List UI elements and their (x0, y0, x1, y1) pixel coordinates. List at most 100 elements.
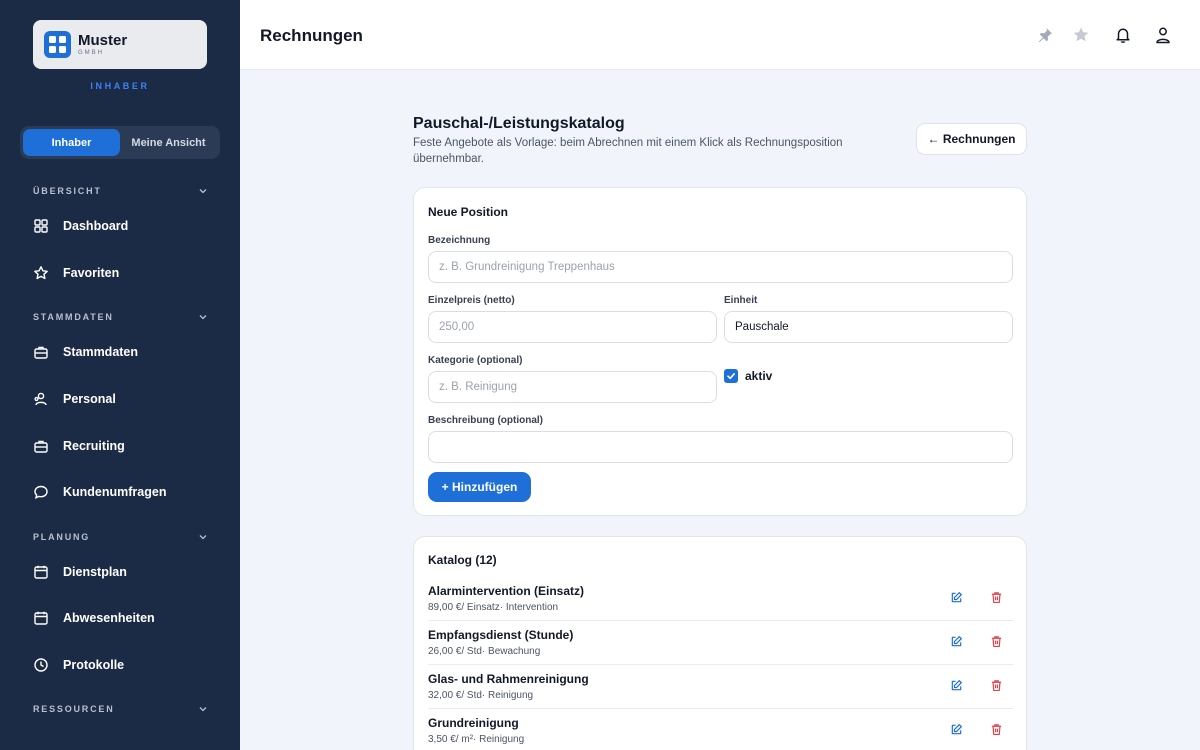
sidebar-item-personal[interactable]: Personal (33, 391, 116, 407)
catalog-item-meta: 3,50 €/ m²· Reinigung (428, 734, 525, 745)
form-title: Neue Position (428, 205, 509, 219)
sidebar-item-dashboard[interactable]: Dashboard (33, 218, 128, 234)
einheit-label: Einheit (724, 295, 758, 306)
einzelpreis-input[interactable]: 250,00 (428, 311, 717, 343)
sidebar-item-label: Recruiting (63, 439, 125, 453)
edit-button[interactable] (950, 591, 964, 605)
section-title: PLANUNG (33, 532, 91, 542)
star-icon (1073, 27, 1089, 42)
trash-icon (991, 680, 1002, 692)
catalog-item-meta: 89,00 €/ Einsatz· Intervention (428, 602, 559, 613)
pin-icon (1038, 28, 1052, 43)
catalog-row: Grundreinigung 3,50 €/ m²· Reinigung (428, 709, 1013, 750)
catalog-row: Empfangsdienst (Stunde) 26,00 €/ Std· Be… (428, 621, 1013, 665)
sidebar-item-recruiting[interactable]: Recruiting (33, 438, 125, 454)
catalog-item-name: Grundreinigung (428, 716, 519, 730)
chevron-down-icon (199, 315, 207, 320)
brand-name: Muster (78, 32, 128, 49)
chevron-down-icon (199, 189, 207, 194)
sidebar-item-protokolle[interactable]: Protokolle (33, 657, 124, 673)
delete-button[interactable] (990, 591, 1004, 605)
page-description: Feste Angebote als Vorlage: beim Abrechn… (413, 137, 843, 165)
star-icon (34, 266, 48, 280)
bezeichnung-input[interactable]: z. B. Grundreinigung Treppenhaus (428, 251, 1013, 283)
toggle-inhaber[interactable]: Inhaber (23, 129, 120, 156)
chat-icon (34, 485, 48, 500)
back-to-rechnungen-button[interactable]: ← Rechnungen (916, 123, 1027, 155)
sidebar-item-label: Stammdaten (63, 345, 139, 359)
edit-icon (951, 680, 962, 691)
catalog-row: Glas- und Rahmenreinigung 32,00 €/ Std· … (428, 665, 1013, 709)
bell-icon (1116, 28, 1130, 43)
catalog-item-name: Alarmintervention (Einsatz) (428, 584, 585, 598)
catalog-item-name: Glas- und Rahmenreinigung (428, 672, 589, 686)
calendar-icon (34, 565, 48, 579)
aktiv-checkbox-row[interactable]: aktiv (724, 369, 772, 383)
catalog-item-meta: 26,00 €/ Std· Bewachung (428, 646, 541, 657)
logo-grid-icon (44, 31, 71, 58)
grid-icon (34, 219, 48, 233)
sidebar-item-dienstplan[interactable]: Dienstplan (33, 564, 127, 580)
add-position-button[interactable]: + Hinzufügen (428, 472, 531, 502)
catalog-card: Katalog (12) Alarmintervention (Einsatz)… (413, 536, 1027, 750)
briefcase-icon (34, 346, 48, 359)
clock-icon (34, 658, 48, 672)
aktiv-label: aktiv (745, 369, 773, 383)
einheit-input[interactable]: Pauschale (724, 311, 1013, 343)
edit-icon (951, 592, 962, 603)
sidebar-item-favoriten[interactable]: Favoriten (33, 265, 119, 281)
edit-button[interactable] (950, 679, 964, 693)
view-toggle: Inhaber Meine Ansicht (20, 126, 220, 159)
sidebar-item-label: Personal (63, 392, 116, 406)
bezeichnung-label: Bezeichnung (428, 235, 491, 246)
briefcase-icon (34, 440, 48, 453)
section-ressourcen[interactable]: RESSOURCEN (33, 704, 208, 714)
section-stammdaten[interactable]: STAMMDATEN (33, 312, 208, 322)
chevron-down-icon (199, 535, 207, 540)
sidebar-item-kundenumfragen[interactable]: Kundenumfragen (33, 484, 166, 500)
trash-icon (991, 636, 1002, 648)
sidebar-item-abwesenheiten[interactable]: Abwesenheiten (33, 610, 155, 626)
section-title: ÜBERSICHT (33, 186, 102, 196)
catalog-row: Alarmintervention (Einsatz) 89,00 €/ Ein… (428, 577, 1013, 621)
edit-icon (951, 724, 962, 735)
delete-button[interactable] (990, 723, 1004, 737)
sidebar-item-stammdaten[interactable]: Stammdaten (33, 344, 138, 360)
checkmark-icon (727, 373, 735, 380)
kategorie-label: Kategorie (optional) (428, 355, 523, 366)
toggle-meine-ansicht[interactable]: Meine Ansicht (120, 129, 217, 156)
role-label: INHABER (90, 81, 150, 91)
aktiv-checkbox[interactable] (724, 369, 738, 383)
catalog-item-meta: 32,00 €/ Std· Reinigung (428, 690, 534, 701)
profile-button[interactable] (1153, 25, 1173, 45)
user-icon (1156, 27, 1170, 44)
beschreibung-label: Beschreibung (optional) (428, 415, 543, 426)
edit-icon (951, 636, 962, 647)
calendar-icon (34, 611, 48, 625)
brand-logo[interactable]: Muster GMBH (33, 20, 207, 69)
sidebar: Muster GMBH INHABER Inhaber Meine Ansich… (0, 0, 240, 750)
sidebar-item-label: Kundenumfragen (63, 485, 167, 499)
notifications-button[interactable] (1113, 25, 1133, 45)
sidebar-item-label: Favoriten (63, 266, 120, 280)
delete-button[interactable] (990, 679, 1004, 693)
edit-button[interactable] (950, 635, 964, 649)
users-icon (34, 392, 47, 406)
edit-button[interactable] (950, 723, 964, 737)
section-title: STAMMDATEN (33, 312, 114, 322)
beschreibung-input[interactable] (428, 431, 1013, 463)
sidebar-item-label: Dashboard (63, 219, 129, 233)
catalog-item-name: Empfangsdienst (Stunde) (428, 628, 574, 642)
favorite-button[interactable] (1071, 25, 1091, 45)
page-heading: Pauschal-/Leistungskatalog (413, 115, 625, 132)
section-title: RESSOURCEN (33, 704, 115, 714)
brand-subtitle: GMBH (78, 50, 104, 56)
catalog-title: Katalog (12) (428, 553, 497, 567)
section-uebersicht[interactable]: ÜBERSICHT (33, 186, 208, 196)
top-header: Rechnungen (240, 0, 1200, 70)
kategorie-input[interactable]: z. B. Reinigung (428, 371, 717, 403)
pin-button[interactable] (1035, 25, 1055, 45)
section-planung[interactable]: PLANUNG (33, 532, 208, 542)
chevron-down-icon (199, 707, 207, 712)
delete-button[interactable] (990, 635, 1004, 649)
